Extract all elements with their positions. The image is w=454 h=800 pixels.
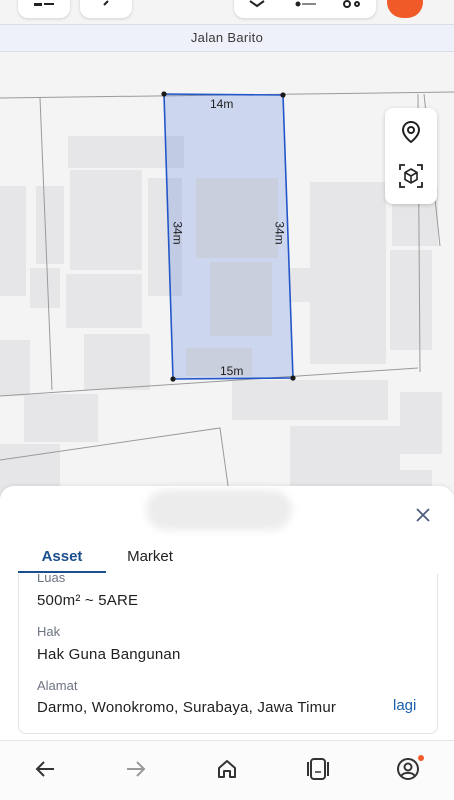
hak-value: Hak Guna Bangunan bbox=[37, 646, 181, 663]
menu-icon bbox=[32, 0, 56, 13]
dimension-top-label: 14m bbox=[210, 97, 234, 111]
home-icon bbox=[216, 758, 238, 785]
3d-view-button[interactable] bbox=[385, 156, 437, 200]
hak-label: Hak bbox=[37, 624, 61, 639]
nav-back-button[interactable] bbox=[29, 755, 61, 787]
tab-asset[interactable]: Asset bbox=[18, 540, 106, 572]
close-sheet-button[interactable] bbox=[412, 506, 434, 528]
nav-home-button[interactable] bbox=[211, 755, 243, 787]
active-tab-indicator bbox=[18, 571, 106, 573]
menu-button[interactable] bbox=[18, 0, 70, 18]
settings-icon[interactable] bbox=[340, 0, 364, 13]
luas-label: Luas bbox=[37, 574, 66, 585]
tab-market[interactable]: Market bbox=[106, 540, 194, 572]
nav-tabs-button[interactable] bbox=[302, 755, 334, 787]
map-base bbox=[0, 91, 454, 500]
map-controls-group bbox=[234, 0, 376, 18]
road-name-label: Jalan Barito bbox=[190, 30, 264, 45]
layers-icon[interactable] bbox=[246, 0, 268, 13]
back-arrow-icon bbox=[96, 0, 116, 13]
alamat-label: Alamat bbox=[37, 678, 78, 693]
asset-info-card: Luas 500m² ~ 5ARE Hak Hak Guna Bangunan … bbox=[18, 574, 438, 734]
nav-forward-button[interactable] bbox=[120, 755, 152, 787]
filter-sliders-icon[interactable] bbox=[292, 0, 320, 13]
back-icon bbox=[34, 760, 56, 783]
alamat-value: Darmo, Wonokromo, Surabaya, Jawa Timur bbox=[37, 699, 337, 716]
tabs-icon bbox=[305, 757, 331, 786]
location-pin-icon bbox=[400, 120, 422, 149]
read-more-link[interactable]: lagi bbox=[393, 697, 416, 714]
3d-box-icon bbox=[398, 163, 424, 194]
map-tools-panel bbox=[385, 108, 437, 204]
dimension-right-label: 34m bbox=[272, 221, 287, 245]
notification-dot bbox=[418, 755, 424, 761]
back-map-button[interactable] bbox=[80, 0, 132, 18]
browser-bottom-nav bbox=[0, 740, 454, 800]
close-icon bbox=[415, 507, 431, 528]
account-icon bbox=[396, 757, 420, 786]
dimension-left-label: 34m bbox=[170, 221, 185, 245]
luas-value: 500m² ~ 5ARE bbox=[37, 592, 139, 609]
redacted-title bbox=[146, 490, 292, 530]
location-button[interactable] bbox=[385, 112, 437, 156]
map-view[interactable]: Jalan Barito 14m 34m 34m 15m bbox=[0, 0, 454, 500]
dimension-bottom-label: 15m bbox=[220, 364, 244, 378]
sheet-tabs: Asset Market bbox=[18, 540, 438, 574]
forward-icon bbox=[125, 760, 147, 783]
